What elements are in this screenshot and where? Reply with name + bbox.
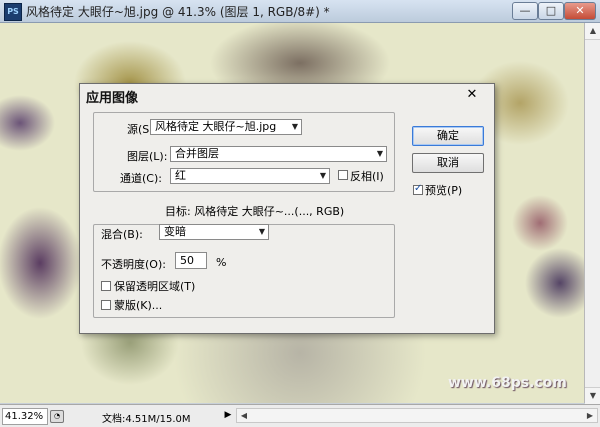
chevron-down-icon: ▼ bbox=[291, 122, 298, 131]
photoshop-icon: PS bbox=[4, 3, 22, 21]
chevron-down-icon: ▼ bbox=[319, 171, 326, 180]
preserve-transparency-checkbox[interactable] bbox=[101, 281, 111, 291]
source-select[interactable]: 风格待定 大眼仔~旭.jpg ▼ bbox=[150, 119, 302, 135]
cancel-button[interactable]: 取消 bbox=[412, 153, 484, 173]
channel-select[interactable]: 红 ▼ bbox=[170, 168, 330, 184]
blending-label: 混合(B): bbox=[101, 226, 143, 242]
opacity-label: 不透明度(O): bbox=[101, 256, 166, 272]
opacity-unit: % bbox=[216, 256, 227, 269]
channel-select-value: 红 bbox=[175, 169, 186, 182]
scroll-right-icon[interactable]: ▶ bbox=[583, 409, 597, 422]
horizontal-scrollbar[interactable]: ◀ ▶ bbox=[236, 408, 598, 423]
apply-image-dialog: 应用图像 ✕ 源(S): 风格待定 大眼仔~旭.jpg ▼ 图层(L): 合并图… bbox=[79, 83, 495, 334]
scroll-down-icon[interactable]: ▼ bbox=[585, 387, 600, 404]
status-bar: 41.32% ◔ 文档:4.51M/15.0M ▶ ◀ ▶ bbox=[0, 404, 600, 427]
invert-checkbox[interactable] bbox=[338, 170, 348, 180]
document-size-info: 文档:4.51M/15.0M bbox=[102, 414, 191, 425]
chevron-down-icon: ▼ bbox=[258, 227, 265, 236]
layer-label: 图层(L): bbox=[127, 148, 168, 164]
blending-select[interactable]: 变暗 ▼ bbox=[159, 224, 269, 240]
blending-select-value: 变暗 bbox=[164, 225, 186, 238]
maximize-button[interactable]: □ bbox=[538, 2, 564, 20]
status-menu-arrow-icon[interactable]: ▶ bbox=[222, 408, 234, 423]
channel-label: 通道(C): bbox=[120, 170, 162, 186]
watermark-text: www.68ps.com bbox=[448, 375, 567, 391]
dialog-title: 应用图像 bbox=[86, 91, 139, 106]
source-select-value: 风格待定 大眼仔~旭.jpg bbox=[155, 120, 277, 133]
status-info-icon[interactable]: ◔ bbox=[50, 410, 64, 423]
dialog-close-icon[interactable]: ✕ bbox=[464, 87, 480, 103]
scroll-left-icon[interactable]: ◀ bbox=[237, 409, 251, 422]
layer-select-value: 合并图层 bbox=[175, 147, 219, 160]
chevron-down-icon: ▼ bbox=[376, 149, 383, 158]
opacity-input[interactable]: 50 bbox=[175, 252, 207, 269]
close-window-button[interactable]: ✕ bbox=[564, 2, 596, 20]
ok-button[interactable]: 确定 bbox=[412, 126, 484, 146]
document-title: 风格待定 大眼仔~旭.jpg @ 41.3% (图层 1, RGB/8#) * bbox=[26, 5, 330, 19]
vertical-scrollbar[interactable]: ▲ ▼ bbox=[584, 23, 600, 404]
preserve-transparency-label[interactable]: 保留透明区域(T) bbox=[114, 278, 196, 294]
scroll-up-icon[interactable]: ▲ bbox=[585, 23, 600, 40]
mask-checkbox[interactable] bbox=[101, 300, 111, 310]
mask-label[interactable]: 蒙版(K)... bbox=[114, 297, 163, 313]
layer-select[interactable]: 合并图层 ▼ bbox=[170, 146, 387, 162]
preview-checkbox[interactable] bbox=[413, 183, 423, 195]
document-title-bar[interactable]: PS 风格待定 大眼仔~旭.jpg @ 41.3% (图层 1, RGB/8#)… bbox=[0, 0, 600, 23]
invert-label[interactable]: 反相(I) bbox=[350, 168, 384, 184]
target-info: 目标: 风格待定 大眼仔~...(..., RGB) bbox=[165, 203, 345, 219]
minimize-button[interactable]: — bbox=[512, 2, 538, 20]
preview-label[interactable]: 预览(P) bbox=[425, 182, 463, 198]
zoom-field[interactable]: 41.32% bbox=[2, 408, 48, 425]
